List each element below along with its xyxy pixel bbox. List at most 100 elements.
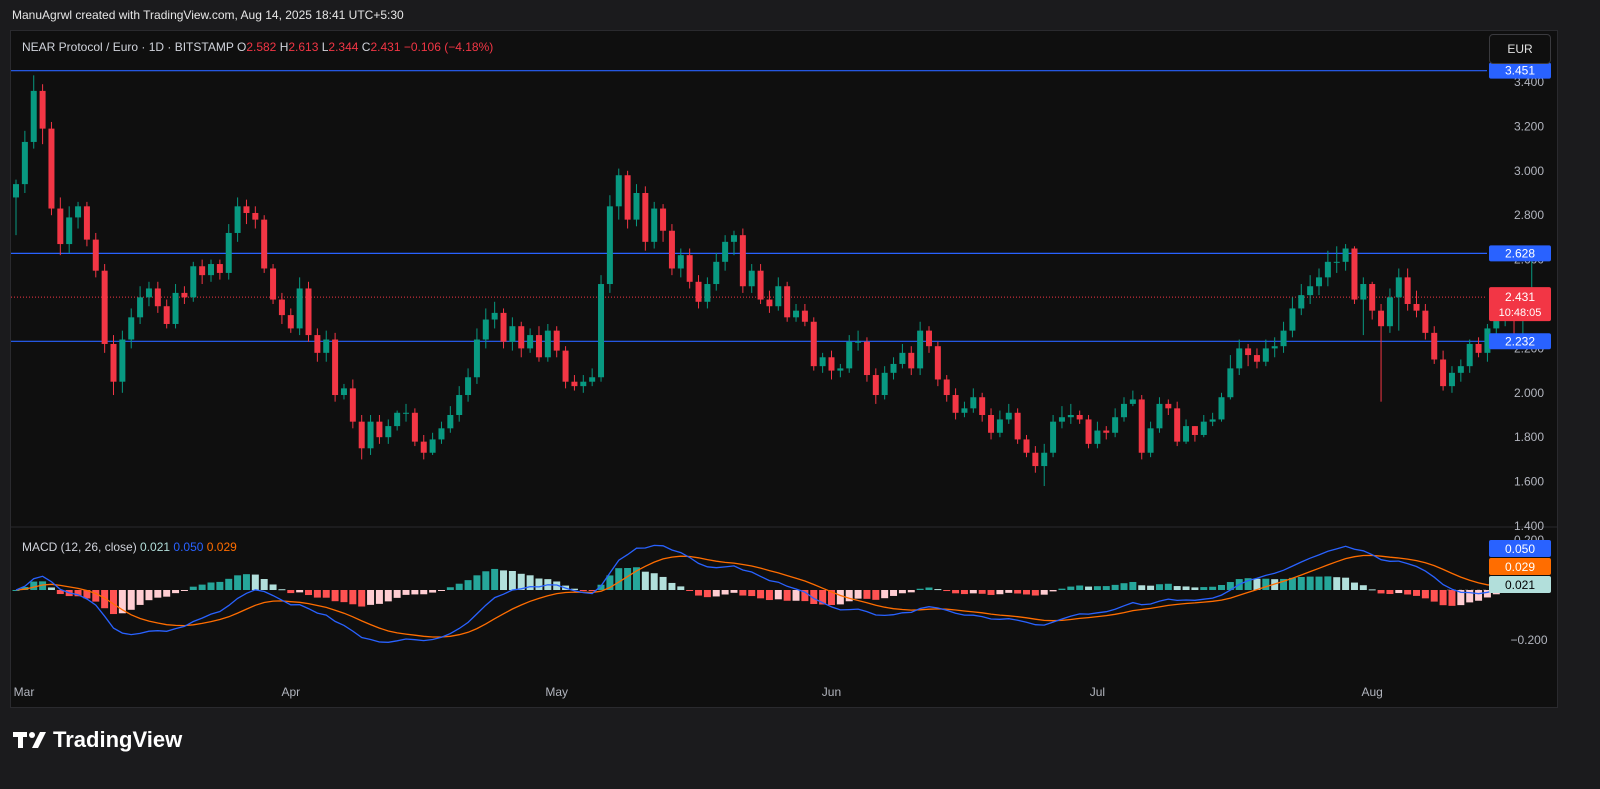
candle-up <box>367 421 374 449</box>
macd-histogram-bar <box>916 588 924 590</box>
candle-up <box>225 232 232 273</box>
macd-signal-value: 0.029 <box>206 540 237 554</box>
macd-line-value: 0.050 <box>173 540 204 554</box>
candle-down <box>766 299 773 307</box>
macd-histogram-bar <box>1413 590 1421 596</box>
bar-countdown: 10:48:05 <box>1499 307 1542 319</box>
tradingview-logo[interactable]: TradingView <box>13 727 182 753</box>
candle-up <box>296 288 303 329</box>
histogram-value-tag-label: 0.021 <box>1505 578 1535 592</box>
macd-histogram-bar <box>1138 585 1146 590</box>
candle-up <box>1058 417 1065 422</box>
currency-button[interactable]: EUR <box>1489 34 1551 64</box>
tradingview-logo-icon <box>13 732 46 748</box>
macd-histogram-bar <box>579 590 587 591</box>
macd-histogram-bar <box>1350 582 1358 590</box>
macd-histogram-bar <box>712 590 720 597</box>
candle-up <box>473 339 480 378</box>
macd-histogram-bar <box>358 590 366 607</box>
macd-histogram-bar <box>287 590 295 594</box>
price-axis-tick: 1.600 <box>1514 475 1544 489</box>
symbol-label: NEAR Protocol / Euro · 1D · BITSTAMP <box>22 40 234 54</box>
candle-up <box>447 415 454 429</box>
low-value: 2.344 <box>328 40 359 54</box>
macd-histogram-bar <box>792 590 800 601</box>
candle-up <box>580 381 587 387</box>
macd-histogram-bar <box>322 590 330 598</box>
macd-histogram-bar <box>703 590 711 598</box>
candle-up <box>394 412 401 427</box>
signal-value-tag-label: 0.029 <box>1505 560 1535 574</box>
candle-down <box>181 292 188 298</box>
price-axis-tick: 3.000 <box>1514 164 1544 178</box>
candle-up <box>234 206 241 233</box>
macd-histogram-bar <box>367 590 375 605</box>
candle-up <box>846 341 853 369</box>
candle-down <box>1245 348 1252 356</box>
candle-down <box>411 412 418 442</box>
candle-down <box>1023 439 1030 453</box>
candle-up <box>465 377 472 396</box>
time-axis-tick: Jul <box>1090 685 1105 699</box>
candle-up <box>996 419 1003 433</box>
macd-histogram-bar <box>1076 585 1084 590</box>
candle-down <box>270 268 277 300</box>
macd-histogram-bar <box>765 590 773 601</box>
macd-histogram-bar <box>1164 583 1172 590</box>
candle-up <box>748 270 755 287</box>
macd-histogram-bar <box>969 590 977 594</box>
candle-up <box>1041 452 1048 467</box>
price-axis-tick: 2.000 <box>1514 386 1544 400</box>
candle-up <box>527 335 534 349</box>
macd-histogram-bar <box>349 590 357 605</box>
candle-down <box>801 310 808 322</box>
candle-down <box>39 90 46 129</box>
candle-down <box>1404 277 1411 304</box>
candle-down <box>518 326 525 349</box>
candle-down <box>668 230 675 269</box>
candle-up <box>509 326 516 342</box>
chart-canvas[interactable]: 3.4003.2003.0002.8002.6002.4002.2002.000… <box>11 31 1557 707</box>
macd-histogram-bar <box>242 574 250 590</box>
macd-histogram-bar <box>216 581 224 590</box>
macd-histogram-bar <box>757 590 765 599</box>
candle-down <box>562 350 569 382</box>
macd-histogram-bar <box>305 590 313 596</box>
macd-histogram-bar <box>1014 590 1022 594</box>
close-value: 2.431 <box>370 40 401 54</box>
time-axis-tick: Mar <box>14 685 35 699</box>
candle-down <box>553 330 560 351</box>
candle-down <box>535 335 542 358</box>
macd-histogram-bar <box>960 590 968 595</box>
price-axis-tick: 1.800 <box>1514 430 1544 444</box>
macd-histogram-bar <box>251 574 259 590</box>
candle-down <box>154 288 161 307</box>
candle-down <box>83 206 90 240</box>
candle-down <box>908 352 915 369</box>
candle-up <box>881 372 888 396</box>
macd-histogram-bar <box>996 590 1004 595</box>
candle-up <box>30 90 37 142</box>
candle-up <box>855 341 862 343</box>
macd-histogram-bar <box>686 590 694 591</box>
candle-up <box>1466 343 1473 367</box>
candle-up <box>429 439 436 453</box>
candle-up <box>1112 417 1119 433</box>
candle-up <box>128 317 135 340</box>
macd-histogram-bar <box>1395 590 1403 594</box>
macd-header: MACD (12, 26, close) 0.021 0.050 0.029 <box>22 540 237 554</box>
chart-panel[interactable]: 3.4003.2003.0002.8002.6002.4002.2002.000… <box>10 30 1558 708</box>
macd-histogram-bar <box>1262 578 1270 590</box>
macd-line <box>15 544 1532 643</box>
candle-down <box>810 321 817 367</box>
macd-histogram-bar <box>783 590 791 601</box>
candle-up <box>633 193 640 220</box>
candle-up <box>1129 399 1136 404</box>
candle-down <box>1014 412 1021 440</box>
macd-histogram-bar <box>739 590 747 596</box>
candle-up <box>456 395 463 415</box>
macd-histogram-bar <box>535 578 543 590</box>
macd-histogram-bar <box>1386 590 1394 595</box>
macd-histogram-bar <box>154 590 162 598</box>
macd-histogram-bar <box>234 575 242 590</box>
